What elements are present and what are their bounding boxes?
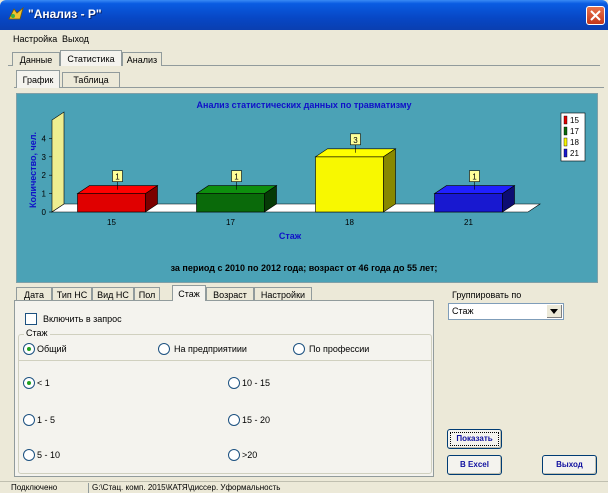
legend-swatch [563,126,568,136]
tab-incident-type[interactable]: Тип НС [52,287,92,300]
data-label: 1 [234,173,239,182]
bar-side-18 [383,148,396,213]
show-button[interactable]: Показать [447,429,502,449]
legend-label: 17 [570,127,579,136]
radio-5-10[interactable] [23,449,35,461]
x-tick-label: 15 [107,218,116,227]
excel-button[interactable]: В Excel [447,455,502,475]
y-axis-label: Количество, чел. [28,132,38,208]
x-tick-label: 17 [226,218,235,227]
group-by-label: Группировать по [452,290,522,300]
bar-18 [315,156,384,213]
y-tick-label: 2 [42,171,47,180]
radio-gt20[interactable] [228,449,240,461]
legend-swatch [563,115,568,125]
status-connection: Подключено [11,483,58,492]
radio-1-5[interactable] [23,414,35,426]
bar-chart: 0 1 2 3 4 Количество, чел. 1 15 1 17 3 18 1 21 Стаж 15 1… [28,111,586,241]
bar-17 [196,193,265,213]
group-by-select[interactable]: Стаж [448,303,564,320]
tab-incident-kind[interactable]: Вид НС [92,287,134,300]
experience-group [18,334,432,474]
include-checkbox-label: Включить в запрос [43,314,122,324]
radio-enterprise[interactable] [158,343,170,355]
group-by-value: Стаж [452,306,474,316]
radio-10-15-label: 10 - 15 [242,378,271,388]
radio-profession-label: По профессии [309,344,370,354]
y-tick-label: 1 [42,190,47,199]
y-tick-label: 0 [42,208,47,217]
y-tick-label: 3 [42,153,47,162]
tab-age[interactable]: Возраст [206,287,254,300]
data-label: 3 [353,136,358,145]
x-axis-label: Стаж [279,231,302,241]
radio-15-20-label: 15 - 20 [242,415,271,425]
radio-general[interactable] [23,343,35,355]
x-tick-label: 18 [345,218,354,227]
dropdown-button[interactable] [546,305,562,318]
radio-gt20-label: >20 [242,450,258,460]
bar-15 [77,193,146,213]
data-label: 1 [472,173,477,182]
radio-15-20[interactable] [228,414,240,426]
tab-date[interactable]: Дата [16,287,52,300]
chart-period-caption: за период с 2010 по 2012 года; возраст о… [170,263,438,273]
radio-enterprise-label: На предприятиии [174,344,247,354]
tab-settings[interactable]: Настройки [254,287,312,300]
legend-swatch [563,137,568,147]
tab-gender[interactable]: Пол [134,287,160,300]
radio-5-10-label: 5 - 10 [37,450,61,460]
legend-label: 15 [570,116,579,125]
data-label: 1 [115,173,120,182]
legend-label: 21 [570,149,579,158]
group-divider [18,360,432,361]
status-path: G:\Стац. комп. 2015\КАТЯ\диссер. Уформал… [88,483,294,493]
chart-side-wall [51,111,65,213]
radio-lt1[interactable] [23,377,35,389]
radio-10-15[interactable] [228,377,240,389]
radio-1-5-label: 1 - 5 [37,415,56,425]
radio-general-label: Общий [37,344,67,354]
radio-lt1-label: < 1 [37,378,50,388]
x-tick-label: 21 [464,218,473,227]
experience-group-title: Стаж [24,328,50,338]
chevron-down-icon [550,309,558,314]
include-checkbox[interactable] [25,313,37,325]
legend-swatch [563,148,568,158]
exit-button[interactable]: Выход [542,455,597,475]
y-tick-label: 4 [42,134,47,143]
tab-experience[interactable]: Стаж [172,285,206,301]
legend-label: 18 [570,138,579,147]
radio-profession[interactable] [293,343,305,355]
bar-21 [434,193,503,213]
